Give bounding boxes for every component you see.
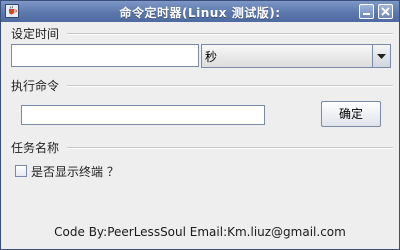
chevron-down-icon [377,54,386,59]
app-window: 命令定时器(Linux 测试版): 设定时间 秒 执行命令 确定 任务名称 是否… [0,0,400,250]
window-title: 命令定时器(Linux 测试版): [119,6,281,20]
command-group-label: 执行命令 [11,79,60,93]
timer-group-divider [67,33,393,35]
main-panel: 设定时间 秒 执行命令 确定 任务名称 是否显示终端 ？ Code By:Pee… [1,23,399,249]
minimize-icon [363,13,370,15]
time-unit-select[interactable]: 秒 [201,44,391,68]
show-terminal-checkbox[interactable] [15,165,27,177]
timer-group-label: 设定时间 [11,27,60,41]
confirm-button[interactable]: 确定 [321,101,381,127]
show-terminal-label: 是否显示终端 ？ [31,165,119,179]
time-unit-value: 秒 [205,50,218,64]
time-value-input[interactable] [11,44,199,67]
minimize-button[interactable] [359,4,374,19]
time-unit-dropdown-button[interactable] [372,45,390,67]
task-name-group-label: 任务名称 [11,141,60,155]
command-group-divider [67,85,393,87]
close-button[interactable] [378,4,393,19]
command-input[interactable] [21,105,265,125]
task-group-divider [67,147,393,149]
footer-credits: Code By:PeerLessSoul Email:Km.liuz@gmail… [54,225,346,239]
title-bar[interactable]: 命令定时器(Linux 测试版): [1,1,399,22]
close-icon [381,7,390,16]
